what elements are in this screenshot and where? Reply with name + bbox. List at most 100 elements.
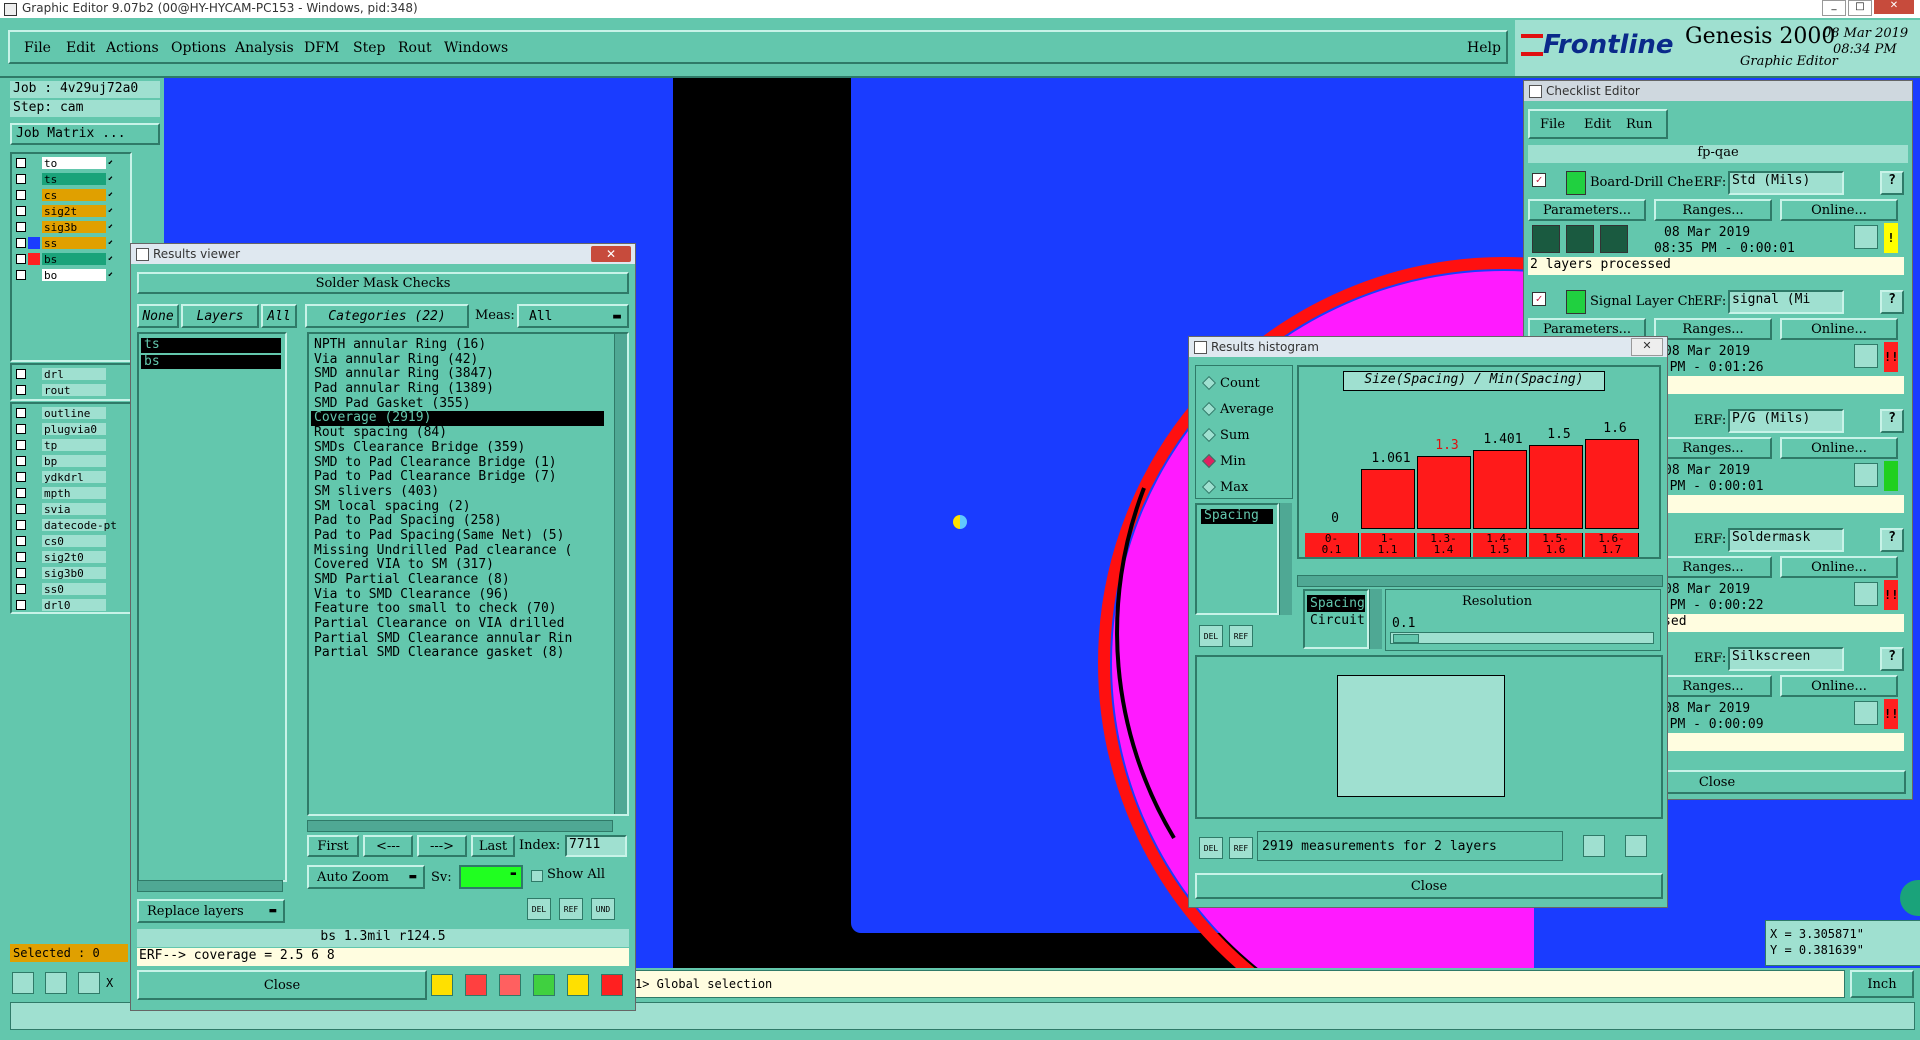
action-check-icon[interactable]: ✓ (1532, 173, 1546, 187)
layer-checkbox[interactable] (16, 174, 26, 184)
list-item[interactable]: SMD annular Ring (3847) (311, 367, 604, 382)
online-button[interactable]: Online... (1780, 199, 1898, 221)
list-item[interactable]: Pad annular Ring (1389) (311, 382, 604, 397)
layer-checkbox[interactable] (16, 222, 26, 232)
rv-index-input[interactable]: 7711 (565, 835, 627, 857)
zoom-result-icon[interactable] (1854, 344, 1878, 368)
layer-checkbox[interactable] (16, 584, 26, 594)
action-erf-field[interactable]: P/G (Mils) (1728, 409, 1844, 433)
rv-auto-zoom-select[interactable]: Auto Zoom ▬ (307, 865, 425, 889)
layer-row-datecode-pt[interactable]: datecode-pt (12, 519, 130, 532)
rv-close-button[interactable]: Close (137, 970, 427, 1000)
snap-icon[interactable] (12, 972, 34, 994)
ranges-button[interactable]: Ranges... (1654, 199, 1772, 221)
hist-mode-count[interactable]: Count (1201, 370, 1292, 396)
menu-step[interactable]: Step (353, 40, 385, 56)
layer-checkbox[interactable] (16, 270, 26, 280)
layer-row-rout[interactable]: rout (12, 384, 130, 397)
measure-icon[interactable] (45, 972, 67, 994)
layer-row-mpth[interactable]: mpth (12, 487, 130, 500)
rv-report-icon[interactable] (465, 974, 487, 996)
list-item[interactable]: ts (141, 337, 281, 353)
layer-row-outline[interactable]: outline (12, 407, 130, 420)
rv-delete-icon[interactable]: DEL (527, 898, 551, 920)
rv-chart-icon[interactable] (601, 974, 623, 996)
action-help-button[interactable]: ? (1880, 171, 1904, 195)
job-matrix-button[interactable]: Job Matrix ... (10, 123, 160, 145)
online-button[interactable]: Online... (1780, 675, 1898, 697)
layer-checkbox[interactable] (16, 504, 26, 514)
hist-mode-average[interactable]: Average (1201, 396, 1292, 422)
ranges-button[interactable]: Ranges... (1654, 318, 1772, 340)
list-item[interactable]: Pad to Pad Spacing(Same Net) (5) (311, 529, 604, 544)
histogram-bar[interactable] (1529, 444, 1583, 529)
hist-ref-icon-2[interactable]: REF (1229, 837, 1253, 859)
rv-stat-icon[interactable] (533, 974, 555, 996)
layer-row-sig2t[interactable]: sig2t ⬋ (12, 205, 130, 218)
layer-row-bo[interactable]: bo ⬋ (12, 269, 130, 282)
layer-row-plugvia0[interactable]: plugvia0 (12, 423, 130, 436)
minimize-icon[interactable]: _ (1822, 0, 1846, 16)
histogram-bar[interactable] (1417, 455, 1471, 529)
rv-first-button[interactable]: First (307, 835, 359, 857)
menu-windows[interactable]: Windows (444, 40, 508, 56)
list-item[interactable]: SM local spacing (2) (311, 500, 604, 515)
rv-show-all-checkbox[interactable] (531, 870, 543, 882)
rv-prev-button[interactable]: <--- (363, 835, 413, 857)
layer-checkbox[interactable] (16, 600, 26, 610)
list-item[interactable]: Coverage (2919) (311, 411, 604, 427)
layer-row-tp[interactable]: tp (12, 439, 130, 452)
rv-category-list[interactable]: NPTH annular Ring (16) Via annular Ring (… (307, 332, 629, 816)
hist-measure-list[interactable]: Spacing (1195, 503, 1279, 615)
action-help-button[interactable]: ? (1880, 528, 1904, 552)
list-item[interactable]: SM slivers (403) (311, 485, 604, 500)
list-item[interactable]: Partial SMD Clearance gasket (8) (311, 646, 604, 661)
grid-icon[interactable] (78, 972, 100, 994)
list-item[interactable]: Rout spacing (84) (311, 426, 604, 441)
menu-analysis[interactable]: Analysis (235, 40, 294, 56)
rv-filter-icon[interactable] (499, 974, 521, 996)
layer-checkbox[interactable] (16, 488, 26, 498)
layer-row-bp[interactable]: bp (12, 455, 130, 468)
hist-delete-icon[interactable]: DEL (1199, 625, 1223, 647)
layer-checkbox[interactable] (16, 408, 26, 418)
list-item[interactable]: Pad to Pad Spacing (258) (311, 514, 604, 529)
rv-next-button[interactable]: ---> (417, 835, 467, 857)
ranges-button[interactable]: Ranges... (1654, 675, 1772, 697)
close-icon[interactable]: ✕ (1874, 0, 1914, 14)
rv-sv-select[interactable]: ▬ (459, 865, 523, 889)
ranges-button[interactable]: Ranges... (1654, 556, 1772, 578)
histogram-bar[interactable] (1473, 450, 1527, 529)
zoom-result-icon[interactable] (1854, 225, 1878, 249)
layer-row-sig3b0[interactable]: sig3b0 (12, 567, 130, 580)
rv-layer-hscroll[interactable] (137, 880, 283, 892)
rv-ref-icon[interactable]: REF (559, 898, 583, 920)
rv-category-scrollbar[interactable] (614, 334, 627, 814)
cl-menu-run[interactable]: Run (1626, 117, 1653, 132)
layer-row-drl[interactable]: drl (12, 368, 130, 381)
maximize-icon[interactable]: □ (1848, 0, 1872, 16)
layer-checkbox[interactable] (16, 158, 26, 168)
layer-row-ts[interactable]: ts ⬋ (12, 173, 130, 186)
command-prompt[interactable]: 1> Global selection (630, 970, 1845, 998)
menu-rout[interactable]: Rout (398, 40, 432, 56)
layer-row-ydkdrl[interactable]: ydkdrl (12, 471, 130, 484)
layer-checkbox[interactable] (16, 190, 26, 200)
layer-row-svia[interactable]: svia (12, 503, 130, 516)
rv-list-icon[interactable] (567, 974, 589, 996)
rv-categories-button[interactable]: Categories (22) (305, 304, 469, 328)
rv-undo-icon[interactable]: UND (591, 898, 615, 920)
run-action-icon[interactable] (1600, 225, 1628, 253)
action-help-button[interactable]: ? (1880, 647, 1904, 671)
layer-checkbox[interactable] (16, 254, 26, 264)
hist-export-icon[interactable] (1583, 835, 1605, 857)
list-item[interactable]: SMD Partial Clearance (8) (311, 573, 604, 588)
layer-row-cs0[interactable]: cs0 (12, 535, 130, 548)
hist-mode-sum[interactable]: Sum (1201, 422, 1292, 448)
list-item[interactable]: Missing Undrilled Pad clearance ( (311, 544, 604, 559)
action-erf-field[interactable]: Std (Mils) (1728, 171, 1844, 195)
hist-hscroll[interactable] (1297, 575, 1663, 587)
action-help-button[interactable]: ? (1880, 409, 1904, 433)
hist-group-list[interactable]: Spacing Circuit (1303, 589, 1369, 649)
layer-row-ss0[interactable]: ss0 (12, 583, 130, 596)
